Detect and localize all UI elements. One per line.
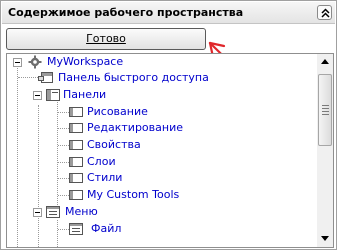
- arrow-up-icon: [321, 59, 329, 64]
- tree-node-toolbar-styles[interactable]: Стили: [7, 170, 307, 187]
- tree-node-quick-access-toolbar[interactable]: Панель быстрого доступа: [7, 70, 307, 87]
- tree-node-toolbar-editing[interactable]: Редактирование: [7, 120, 307, 137]
- collapse-node-icon[interactable]: [13, 58, 22, 67]
- workspace-contents-panel: Содержимое рабочего пространства Готово: [0, 0, 337, 250]
- tree-node-toolbar-custom[interactable]: My Custom Tools: [7, 187, 307, 204]
- tree-node-label: Панели: [63, 88, 107, 101]
- toolbar-icon: [69, 157, 83, 167]
- tree-node-menus[interactable]: Меню: [7, 204, 307, 221]
- tree-node-label: My Custom Tools: [87, 188, 180, 201]
- tree-node-label: Файл: [91, 222, 122, 235]
- tree-node-toolbar-layers[interactable]: Слои: [7, 154, 307, 171]
- tree-node-label: Стили: [87, 171, 123, 184]
- tree-node-label: Панель быстрого доступа: [58, 71, 209, 84]
- tree-node-label: Меню: [65, 205, 98, 218]
- menu-icon: [69, 223, 83, 235]
- toolbar-icon: [69, 190, 83, 200]
- scroll-up-button[interactable]: [317, 54, 333, 70]
- tree-node-toolbar-properties[interactable]: Свойства: [7, 137, 307, 154]
- tree-node-toolbar-drawing[interactable]: Рисование: [7, 104, 307, 121]
- toolbar-icon: [69, 173, 83, 183]
- collapse-node-icon[interactable]: [33, 91, 42, 100]
- scroll-down-button[interactable]: [317, 231, 333, 247]
- done-button-label: Готово: [86, 32, 126, 45]
- workspace-tree[interactable]: MyWorkspace Панель быстрого доступа Пане…: [6, 53, 334, 248]
- tree-node-menu-file[interactable]: Файл: [7, 221, 307, 238]
- tree-node-label: Рисование: [87, 105, 148, 118]
- panel-title: Содержимое рабочего пространства: [8, 6, 244, 19]
- toolbar-icon: [69, 140, 83, 150]
- collapse-button[interactable]: [317, 5, 332, 20]
- arrow-down-icon: [321, 236, 329, 241]
- tree-node-label: Слои: [87, 155, 116, 168]
- tree-node-root[interactable]: MyWorkspace: [7, 54, 307, 71]
- vertical-scrollbar[interactable]: [317, 54, 333, 247]
- toolbar-icon: [69, 123, 83, 133]
- collapse-node-icon[interactable]: [33, 208, 42, 217]
- done-button[interactable]: Готово: [6, 28, 206, 50]
- double-chevron-up-icon: [321, 8, 330, 18]
- tree-node-label: Редактирование: [87, 121, 183, 134]
- quick-access-toolbar-icon: [38, 72, 53, 83]
- panel-header: Содержимое рабочего пространства: [2, 2, 335, 24]
- tree-node-label: MyWorkspace: [47, 55, 124, 68]
- toolbar-icon: [69, 107, 83, 117]
- toolbars-icon: [46, 89, 60, 101]
- gear-icon: [28, 55, 42, 69]
- scrollbar-thumb[interactable]: [318, 74, 332, 146]
- menus-icon: [46, 206, 60, 218]
- tree-node-toolbars[interactable]: Панели: [7, 87, 307, 104]
- tree-node-label: Свойства: [87, 138, 141, 151]
